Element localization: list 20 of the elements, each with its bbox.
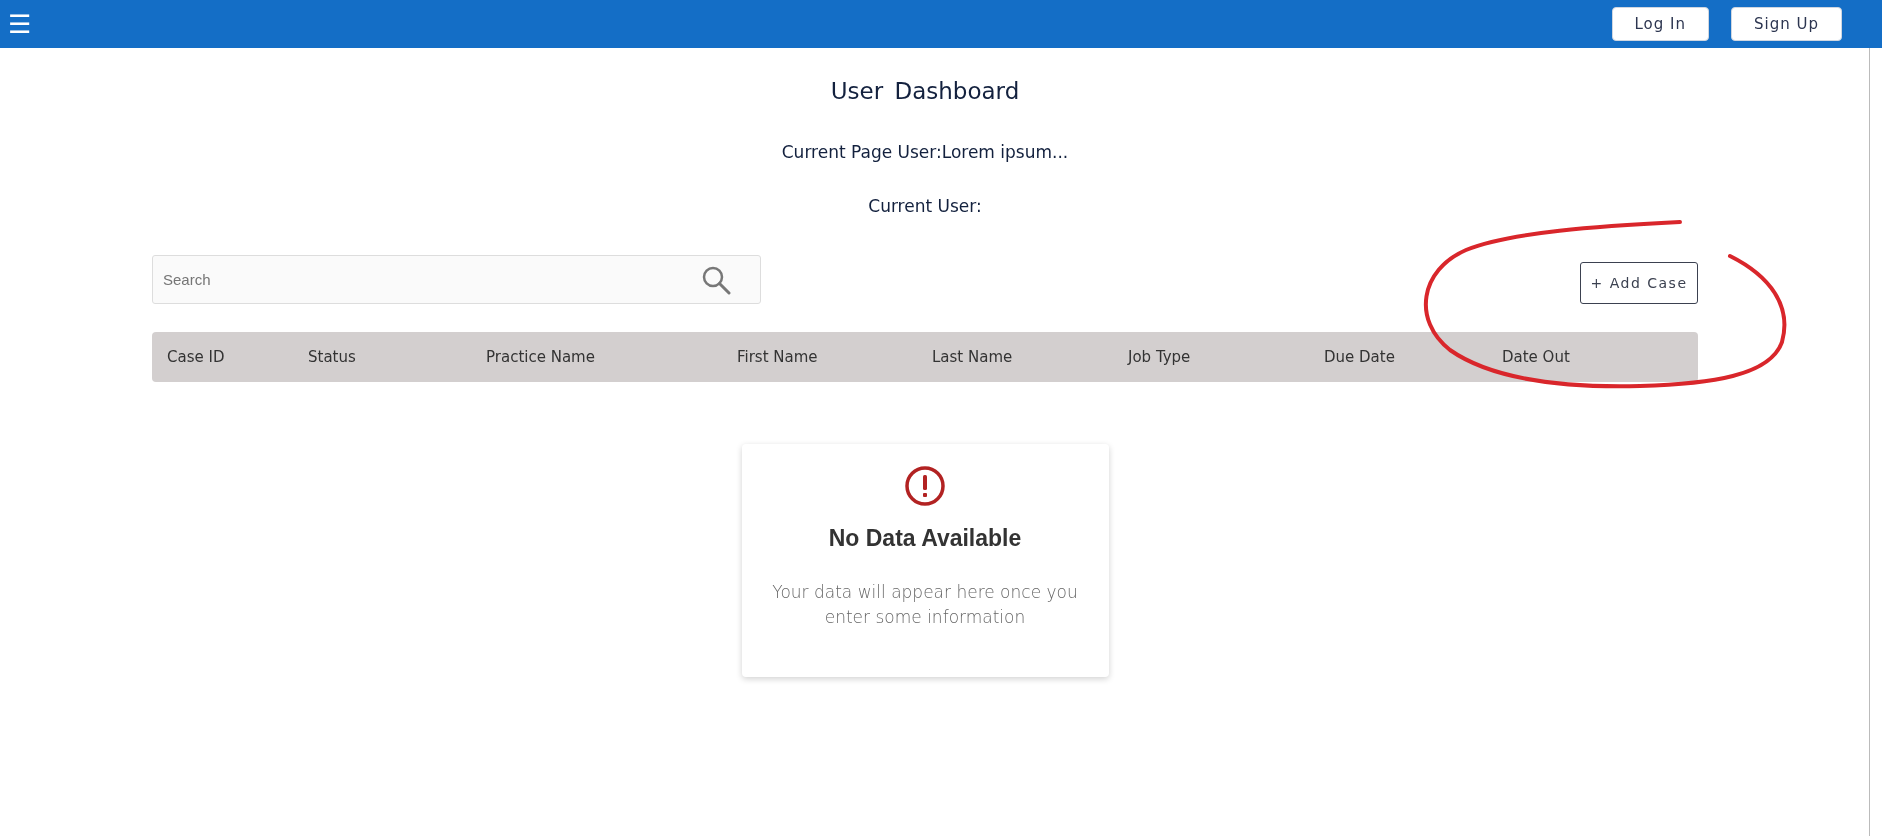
menu-button[interactable]: ☰ — [4, 9, 35, 39]
column-header: Status — [308, 348, 357, 366]
warning-icon — [904, 465, 946, 507]
search-field[interactable]: Search — [152, 254, 761, 304]
add-case-button[interactable]: + Add Case — [1580, 262, 1698, 304]
current-page-user-label: Current Page User:Lorem ipsum... — [781, 142, 1069, 162]
auth-button[interactable]: Sign Up — [1731, 7, 1842, 41]
column-header: Last Name — [932, 348, 1014, 366]
column-header: Job Type — [1128, 348, 1192, 366]
page-title: User Dashboard — [830, 78, 1020, 104]
column-header: Practice Name — [486, 348, 596, 366]
empty-state-message: Your data will appear here once you enter some information — [771, 581, 1079, 629]
column-header: Date Out — [1502, 348, 1571, 366]
column-header: Case ID — [167, 348, 226, 366]
auth-button[interactable]: Log In — [1611, 7, 1709, 41]
search-icon — [701, 264, 731, 295]
empty-state-title: No Data Available — [828, 525, 1022, 552]
column-header: Due Date — [1324, 348, 1396, 366]
column-header: First Name — [737, 348, 819, 366]
current-user-label: Current User: — [868, 196, 982, 216]
